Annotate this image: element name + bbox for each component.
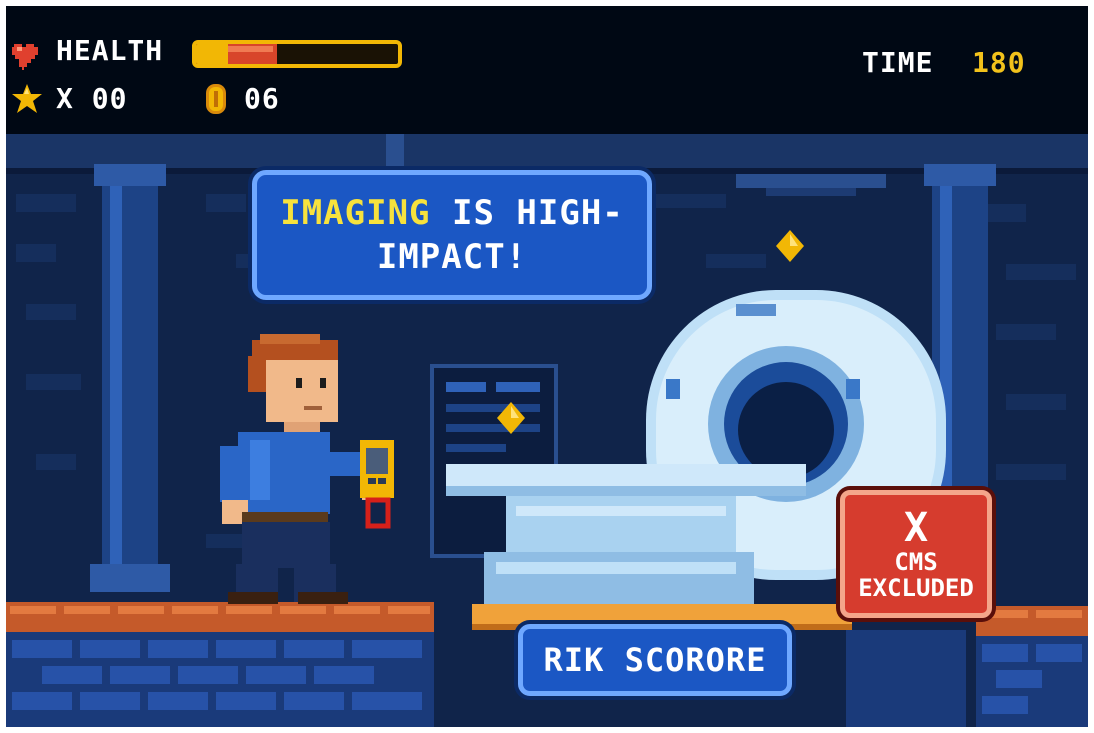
cms-badge-line-1: CMS <box>894 548 938 576</box>
x-icon: X <box>903 505 929 551</box>
coin-icon <box>206 84 226 114</box>
cms-excluded-badge: X CMS EXCLUDED <box>840 490 992 618</box>
coin-counter: 06 <box>244 82 280 115</box>
cms-badge-line-2: EXCLUDED <box>858 574 974 602</box>
health-label: HEALTH <box>56 34 164 67</box>
speech-bubble: IMAGING IS HIGH- IMPACT! <box>252 170 652 300</box>
speech-highlight: IMAGING <box>280 193 431 233</box>
time-value: 180 <box>972 46 1026 79</box>
health-bar <box>192 40 402 68</box>
lives-counter: X 00 <box>56 82 128 115</box>
star-icon <box>12 84 42 113</box>
speech-line-1: IMAGING IS HIGH- <box>280 191 624 235</box>
health-bar-cap <box>196 44 228 64</box>
speech-line-1-rest: IS HIGH- <box>430 193 624 233</box>
hud-bar: HEALTH X 00 06 TIME 180 <box>6 6 1088 134</box>
heart-icon <box>12 44 38 70</box>
game-screen: HEALTH X 00 06 TIME 180 IMAGING IS HIGH-… <box>6 6 1088 727</box>
speech-line-2: IMPACT! <box>376 237 528 277</box>
risk-score-button[interactable]: RIK SCORORE <box>518 624 792 696</box>
health-bar-shine <box>228 46 273 52</box>
time-label: TIME <box>862 46 934 79</box>
